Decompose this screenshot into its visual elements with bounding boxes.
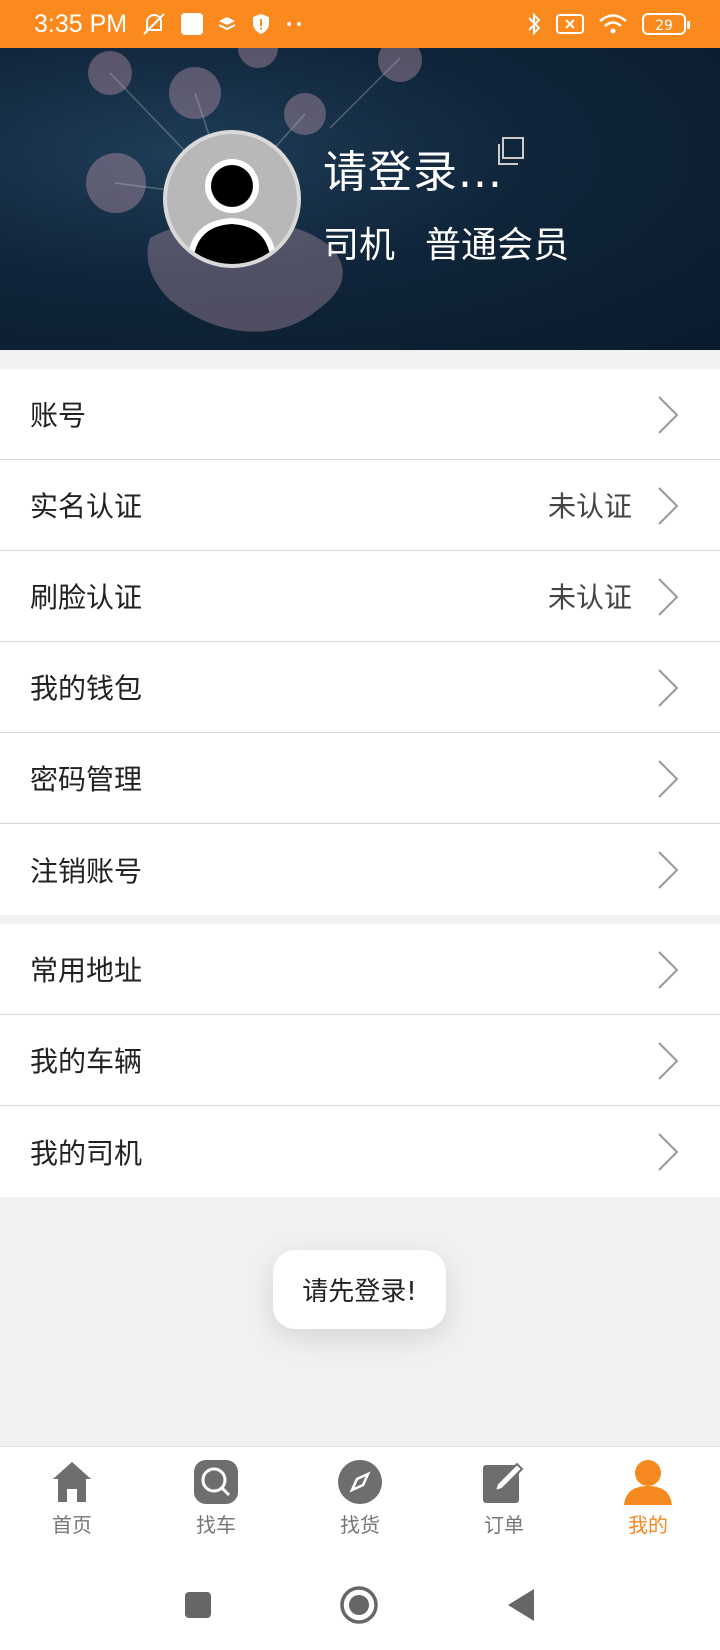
home-nav-icon[interactable] — [339, 1585, 379, 1625]
menu-item-status: 未认证 — [547, 490, 632, 523]
layers-icon — [218, 17, 236, 31]
menu-item-my-vehicles[interactable]: 我的车辆 — [0, 1015, 720, 1106]
tab-mine[interactable]: 我的 — [576, 1447, 720, 1561]
sim-x-icon — [556, 14, 584, 34]
menu-item-account[interactable]: 账号 — [0, 369, 720, 460]
menu-item-label: 刷脸认证 — [30, 581, 143, 614]
tab-label: 首页 — [52, 1513, 92, 1537]
account-menu: 账号 实名认证 未认证 刷脸认证 未认证 我的钱包 密码管理 注销账号 — [0, 369, 720, 915]
chevron-right-icon — [658, 1133, 679, 1171]
shield-icon — [253, 14, 270, 34]
chevron-right-icon — [658, 669, 679, 707]
chevron-right-icon — [658, 1042, 679, 1080]
copy-icon[interactable] — [494, 136, 526, 168]
menu-item-real-name-verification[interactable]: 实名认证 未认证 — [0, 460, 720, 551]
tab-find-vehicle[interactable]: 找车 — [144, 1447, 288, 1561]
chevron-right-icon — [658, 487, 679, 525]
vehicle-menu: 常用地址 我的车辆 我的司机 — [0, 924, 720, 1197]
default-avatar-icon — [187, 159, 277, 264]
wifi-icon — [599, 14, 627, 34]
menu-item-delete-account[interactable]: 注销账号 — [0, 824, 720, 915]
tab-label: 找货 — [340, 1513, 380, 1537]
more-dots-icon — [287, 22, 302, 26]
battery-icon: 29 — [642, 13, 690, 35]
search-car-icon — [194, 1460, 238, 1504]
mute-icon — [143, 13, 165, 35]
menu-item-status: 未认证 — [547, 581, 632, 614]
tab-find-cargo[interactable]: 找货 — [288, 1447, 432, 1561]
chevron-right-icon — [658, 851, 679, 889]
chevron-right-icon — [658, 578, 679, 616]
chevron-right-icon — [658, 396, 679, 434]
menu-item-label: 我的司机 — [30, 1136, 143, 1170]
profile-icon — [624, 1460, 672, 1505]
chevron-right-icon — [658, 760, 679, 798]
tab-home[interactable]: 首页 — [0, 1447, 144, 1561]
avatar[interactable] — [163, 130, 301, 268]
menu-item-label: 账号 — [30, 399, 87, 432]
member-level: 普通会员 — [425, 225, 570, 266]
app-icon — [181, 13, 204, 35]
menu-item-my-drivers[interactable]: 我的司机 — [0, 1106, 720, 1197]
menu-item-addresses[interactable]: 常用地址 — [0, 924, 720, 1015]
menu-item-label: 我的钱包 — [30, 672, 143, 705]
menu-item-label: 实名认证 — [30, 490, 143, 523]
chevron-right-icon — [658, 951, 679, 989]
home-icon — [53, 1462, 91, 1502]
menu-item-label: 密码管理 — [30, 763, 143, 796]
user-name[interactable]: 请登录... — [323, 136, 503, 200]
tab-orders[interactable]: 订单 — [432, 1447, 576, 1561]
menu-item-label: 我的车辆 — [30, 1045, 143, 1078]
menu-item-label: 常用地址 — [30, 954, 143, 987]
recents-icon[interactable] — [184, 1591, 212, 1619]
menu-item-password[interactable]: 密码管理 — [0, 733, 720, 824]
profile-header: 请登录... 司机 普通会员 — [0, 48, 720, 350]
status-bar: 3:35 PM 29 — [0, 0, 720, 48]
compass-icon — [338, 1460, 382, 1504]
menu-item-face-verification[interactable]: 刷脸认证 未认证 — [0, 551, 720, 642]
bottom-tab-bar: 首页 找车 找货 订单 我的 — [0, 1446, 720, 1561]
menu-item-label: 注销账号 — [30, 854, 143, 888]
menu-item-wallet[interactable]: 我的钱包 — [0, 642, 720, 733]
back-icon[interactable] — [506, 1588, 536, 1622]
tab-label: 我的 — [628, 1513, 668, 1537]
bluetooth-icon — [528, 12, 541, 36]
edit-order-icon — [483, 1462, 524, 1503]
user-role: 司机 — [323, 225, 396, 266]
toast-message: 请先登录! — [273, 1250, 446, 1329]
system-nav-bar — [0, 1560, 720, 1650]
status-time: 3:35 PM — [34, 9, 128, 38]
tab-label: 找车 — [196, 1513, 236, 1537]
tab-label: 订单 — [484, 1513, 524, 1537]
